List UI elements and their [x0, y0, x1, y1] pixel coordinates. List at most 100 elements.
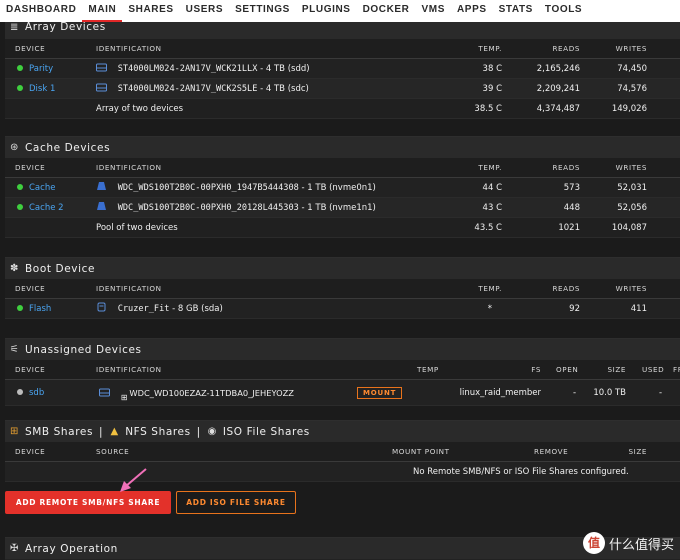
tab-vms[interactable]: VMS [416, 0, 451, 22]
cache-devices-title: ⊛ Cache Devices [5, 137, 680, 158]
tab-main[interactable]: MAIN [82, 0, 123, 22]
device-link[interactable]: Cache [29, 183, 55, 193]
title-separator: | [196, 425, 201, 438]
boot-device-title-text: Boot Device [25, 262, 96, 275]
disk-id: Cruzer_Fit [117, 304, 170, 314]
device-link[interactable]: Cache 2 [29, 203, 64, 213]
shares-header-row: DEVICE SOURCE MOUNT POINT REMOVE SIZE [5, 442, 680, 462]
table-row[interactable]: Cache 2 WDC_WDS100T2B0C-00PXH0_20128L445… [5, 198, 680, 218]
boot-device-panel: ✽ Boot Device DEVICE IDENTIFICATION TEMP… [5, 257, 680, 319]
used-value: - [659, 388, 663, 398]
table-row[interactable]: Flash Cruzer_Fit - 8 GB (sda) * 92 411 [5, 299, 680, 319]
fs-value: linux_raid_member [459, 388, 541, 398]
tab-dashboard[interactable]: DASHBOARD [0, 0, 82, 22]
temp-value: 43.5 C [474, 223, 502, 233]
shares-title: ⊞ SMB Shares | ▲ NFS Shares | ◉ ISO File… [5, 421, 680, 442]
status-green-dot [17, 184, 23, 190]
col-identification: IDENTIFICATION [96, 163, 162, 172]
tab-docker[interactable]: DOCKER [357, 0, 416, 22]
open-value: - [573, 388, 577, 398]
disk-size: - 4 TB (sdd) [257, 64, 310, 74]
arrow-annotation-icon [120, 468, 147, 492]
col-source: SOURCE [96, 447, 130, 456]
col-device: DEVICE [15, 365, 46, 374]
expand-plus-icon[interactable]: ⊞ [121, 393, 128, 402]
writes-value: 74,576 [617, 84, 647, 94]
disk-id: ST4000LM024-2AN17V_WCK2S5LE [117, 84, 258, 94]
table-row[interactable]: Parity ST4000LM024-2AN17V_WCK21LLX - 4 T… [5, 59, 680, 79]
mount-button[interactable]: MOUNT [357, 387, 403, 399]
temp-value: 43 C [482, 203, 502, 213]
col-temp: TEMP. [478, 284, 502, 293]
temp-value: 38 C [482, 64, 502, 74]
device-link[interactable]: Flash [29, 304, 51, 314]
tab-stats[interactable]: STATS [493, 0, 539, 22]
disk-id: WDC_WDS100T2B0C-00PXH0_20128L445303 [117, 203, 299, 213]
reads-value: 2,165,246 [536, 64, 580, 74]
col-size: SIZE [607, 365, 626, 374]
disk-size: - 1 TB (nvme1n1) [298, 203, 376, 213]
hard-disk-icon [96, 63, 107, 72]
col-temp: TEMP. [478, 44, 502, 53]
col-identification: IDENTIFICATION [96, 365, 162, 374]
watermark-text: 什么值得买 [608, 537, 674, 553]
writes-value: 52,031 [617, 183, 647, 193]
table-row[interactable]: sdb ⊞ WDC_WD100EZAZ-11TDBA0_JEHEYOZZ MOUN… [5, 380, 680, 406]
reads-value: 4,374,487 [536, 104, 580, 114]
unassigned-devices-panel: ⚟ Unassigned Devices DEVICE IDENTIFICATI… [5, 338, 680, 406]
col-temp: TEMP. [478, 163, 502, 172]
device-link[interactable]: Disk 1 [29, 84, 55, 94]
writes-value: 52,056 [617, 203, 647, 213]
top-navigation: DASHBOARD MAIN SHARES USERS SETTINGS PLU… [0, 0, 680, 22]
col-reads: READS [552, 44, 580, 53]
array-devices-panel: ≣ Array Devices DEVICE IDENTIFICATION TE… [5, 14, 680, 119]
usb-flash-icon [97, 302, 106, 312]
col-open: OPEN [556, 365, 579, 374]
shares-panel: ⊞ SMB Shares | ▲ NFS Shares | ◉ ISO File… [5, 420, 680, 482]
tab-settings[interactable]: SETTINGS [229, 0, 296, 22]
tab-users[interactable]: USERS [180, 0, 229, 22]
cache-icon: ⊛ [10, 142, 19, 153]
total-row: Pool of two devices 43.5 C 1021 104,087 [5, 218, 680, 238]
add-iso-share-button[interactable]: ADD ISO FILE SHARE [176, 491, 296, 514]
tab-shares[interactable]: SHARES [122, 0, 179, 22]
status-green-dot [17, 305, 23, 311]
status-green-dot [17, 85, 23, 91]
disk-id: WDC_WD100EZAZ-11TDBA0_JEHEYOZZ [129, 388, 294, 398]
array-operation-panel: ✠ Array Operation [5, 537, 680, 560]
col-size: SIZE [628, 447, 647, 456]
array-operation-title-text: Array Operation [25, 542, 118, 555]
array-icon: ≣ [10, 21, 19, 33]
col-mount-point: MOUNT POINT [392, 447, 450, 456]
col-writes: WRITES [615, 163, 647, 172]
disk-id: WDC_WDS100T2B0C-00PXH0_1947B5444308 [117, 183, 299, 193]
smb-shares-title: SMB Shares [25, 425, 94, 438]
status-green-dot [17, 65, 23, 71]
array-operation-title: ✠ Array Operation [5, 538, 680, 559]
reads-value: 573 [563, 183, 580, 193]
iso-shares-title: ISO File Shares [222, 425, 310, 438]
table-row[interactable]: Cache WDC_WDS100T2B0C-00PXH0_1947B544430… [5, 178, 680, 198]
col-writes: WRITES [615, 284, 647, 293]
unassigned-header-row: DEVICE IDENTIFICATION TEMP FS OPEN SIZE … [5, 360, 680, 380]
windows-icon: ⊞ [10, 426, 19, 437]
unassigned-devices-title: ⚟ Unassigned Devices [5, 339, 680, 360]
total-label: Pool of two devices [96, 223, 178, 233]
tab-tools[interactable]: TOOLS [539, 0, 588, 22]
col-device: DEVICE [15, 44, 46, 53]
device-link[interactable]: sdb [29, 388, 44, 398]
reads-value: 92 [569, 304, 580, 314]
col-writes: WRITES [615, 44, 647, 53]
tab-apps[interactable]: APPS [451, 0, 493, 22]
table-row[interactable]: Disk 1 ST4000LM024-2AN17V_WCK2S5LE - 4 T… [5, 79, 680, 99]
cache-devices-panel: ⊛ Cache Devices DEVICE IDENTIFICATION TE… [5, 136, 680, 238]
reads-value: 1021 [558, 223, 580, 233]
device-link[interactable]: Parity [29, 64, 53, 74]
boot-device-title: ✽ Boot Device [5, 258, 680, 279]
tab-plugins[interactable]: PLUGINS [296, 0, 357, 22]
status-green-dot [17, 204, 23, 210]
empty-row: No Remote SMB/NFS or ISO File Shares con… [5, 462, 680, 482]
boot-header-row: DEVICE IDENTIFICATION TEMP. READS WRITES [5, 279, 680, 299]
disk-size: - 1 TB (nvme0n1) [298, 183, 376, 193]
hard-disk-icon [99, 388, 110, 397]
